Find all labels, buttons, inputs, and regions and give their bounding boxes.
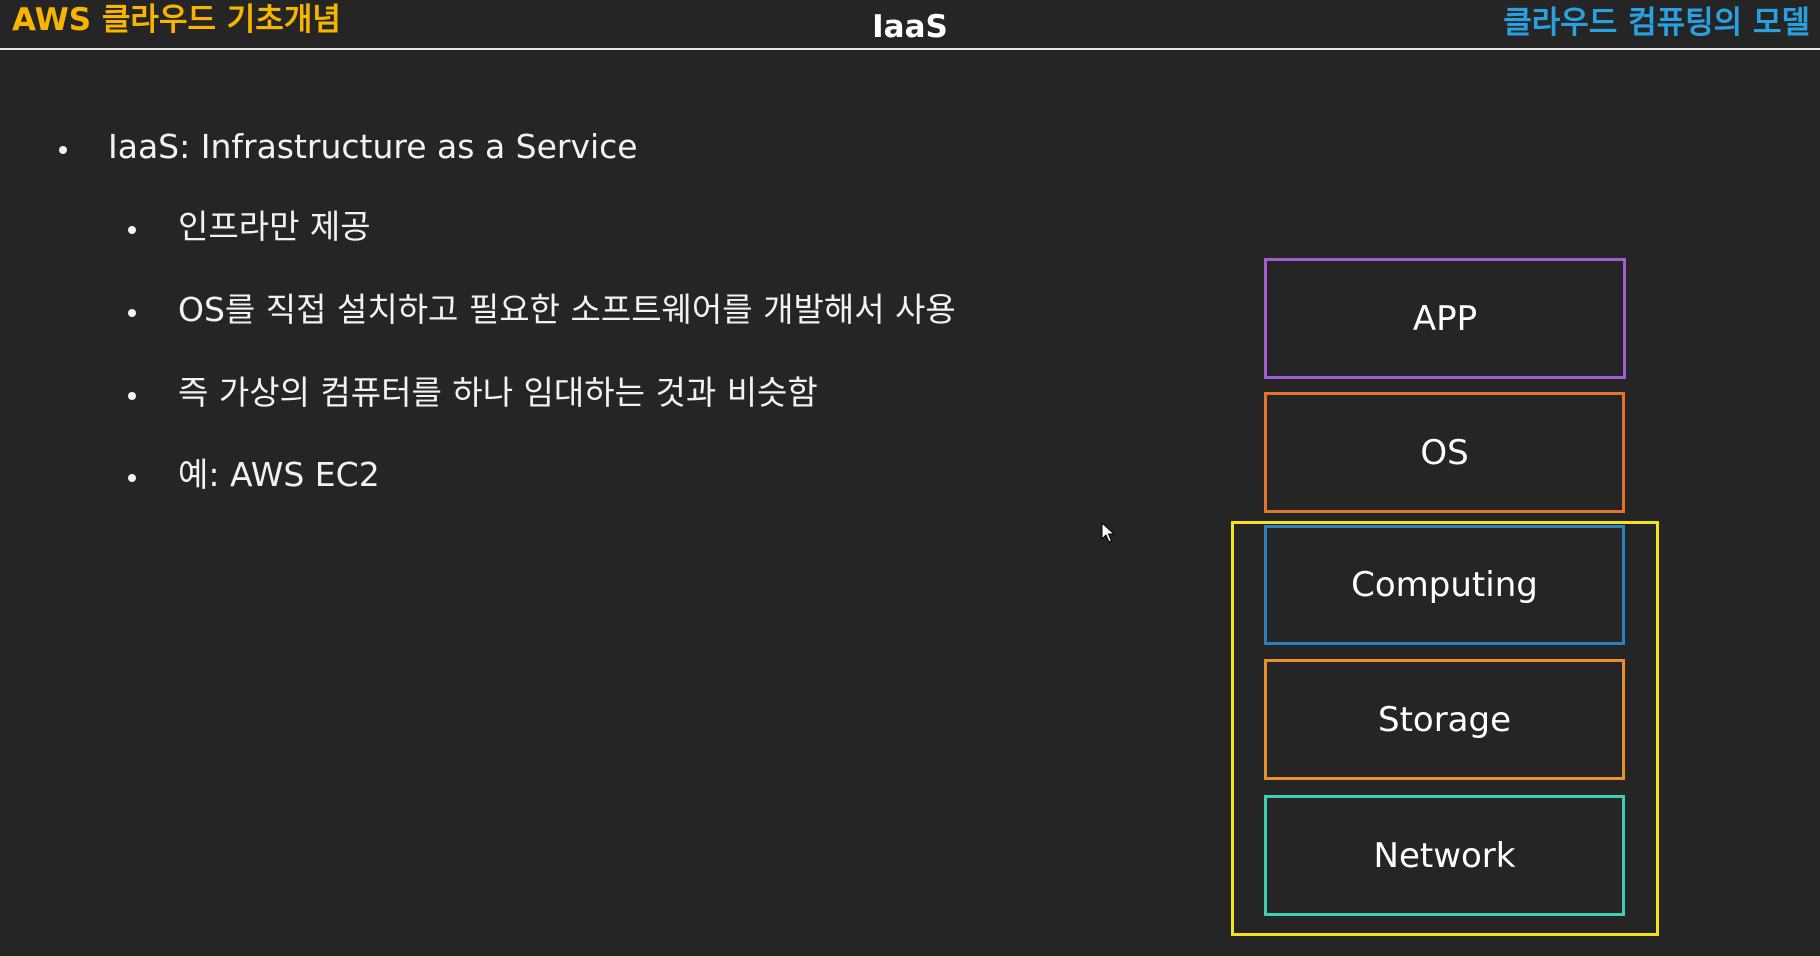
layer-storage-label: Storage [1377,699,1512,740]
layer-network: Network [1264,795,1625,916]
layer-computing: Computing [1264,525,1625,645]
layer-app-label: APP [1412,298,1478,339]
slide-header: AWS 클라우드 기초개념 IaaS 클라우드 컴퓨팅의 모델 [0,0,1820,50]
bullet-dot [59,146,67,154]
layer-os-label: OS [1420,432,1469,473]
bullet-dot [128,392,136,400]
layer-app: APP [1264,258,1626,379]
layer-os: OS [1264,392,1625,513]
sub-bullet-3: 즉 가상의 컴퓨터를 하나 임대하는 것과 비슷함 [178,373,818,412]
slide: AWS 클라우드 기초개념 IaaS 클라우드 컴퓨팅의 모델 IaaS: In… [0,0,1820,956]
section-title: 클라우드 컴퓨팅의 모델 [1503,5,1810,41]
layer-storage: Storage [1264,659,1625,780]
bullet-dot [128,474,136,482]
bullet-dot [128,226,136,234]
mouse-cursor-icon [1101,522,1116,543]
layer-network-label: Network [1373,835,1516,876]
bullet-main: IaaS: Infrastructure as a Service [108,127,638,166]
layer-computing-label: Computing [1351,565,1538,605]
sub-bullet-4: 예: AWS EC2 [178,455,380,494]
bullet-dot [128,309,136,317]
sub-bullet-1: 인프라만 제공 [178,207,371,246]
sub-bullet-2: OS를 직접 설치하고 필요한 소프트웨어를 개발해서 사용 [178,290,956,329]
